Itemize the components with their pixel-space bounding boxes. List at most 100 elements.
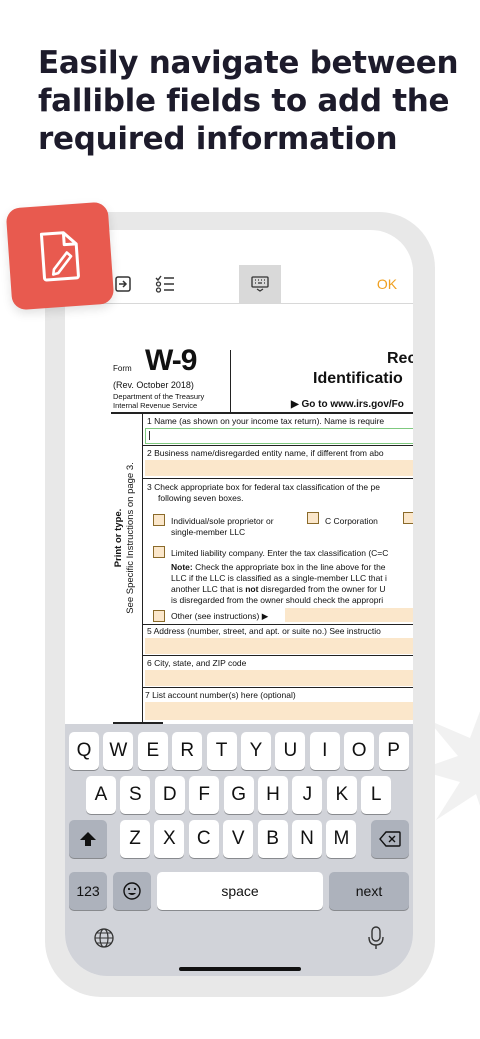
space-key[interactable]: space [157,872,323,910]
on-screen-keyboard: QWERTYUIOP ASDFGHJKL ZXCVBNM 123 space n… [65,724,413,976]
emoji-key[interactable] [113,872,151,910]
key-t[interactable]: T [206,732,237,770]
key-e[interactable]: E [137,732,168,770]
line7-label: 7 List account number(s) here (optional) [145,690,296,700]
key-v[interactable]: V [223,820,254,858]
key-c[interactable]: C [188,820,219,858]
line6-label: 6 City, state, and ZIP code [147,658,247,668]
form-revision: (Rev. October 2018) [113,380,194,390]
phone-screen: OK Form W-9 (Rev. October 2018) Departme… [65,230,413,976]
key-l[interactable]: L [361,776,392,814]
key-g[interactable]: G [223,776,254,814]
key-j[interactable]: J [292,776,323,814]
checklist-icon [155,275,174,293]
address-field[interactable] [145,638,413,654]
key-h[interactable]: H [258,776,288,814]
key-a[interactable]: A [86,776,116,814]
key-d[interactable]: D [154,776,185,814]
ok-button[interactable]: OK [369,265,405,303]
backspace-key[interactable] [371,820,409,858]
key-i[interactable]: I [309,732,340,770]
checklist-button[interactable] [151,265,179,303]
llc-checkbox[interactable] [153,546,165,558]
headline-line-2: fallible fields to add the [38,83,450,119]
line5-rule [143,655,413,656]
key-n[interactable]: N [292,820,322,858]
side-label: Print or type. See Specific Instructions… [109,416,143,666]
key-w[interactable]: W [103,732,134,770]
line3-rule [143,624,413,625]
text-cursor [149,431,150,440]
form-title: Rec [387,350,413,367]
note-line-1: Note: Check the appropriate box in the l… [171,562,386,572]
form-agency: Internal Revenue Service [113,401,198,410]
key-r[interactable]: R [172,732,203,770]
editor-toolbar: OK [65,265,413,304]
note-line-3: another LLC that is not disregarded from… [171,584,386,594]
key-z[interactable]: Z [120,820,150,858]
headline-line-1: Easily navigate between [38,45,459,81]
shift-key[interactable] [69,820,107,858]
home-indicator [179,967,301,971]
line1-label: 1 Name (as shown on your income tax retu… [147,416,385,426]
headline: Easily navigate between fallible fields … [38,44,459,158]
s-corporation-checkbox[interactable] [403,512,413,524]
note-line-4: is disregarded from the owner should che… [171,595,384,605]
individual-label: Individual/sole proprietor or [171,516,274,526]
dictation-button[interactable] [367,925,385,951]
key-u[interactable]: U [275,732,306,770]
key-p[interactable]: P [378,732,409,770]
line2-rule [143,478,413,479]
name-field[interactable] [145,428,413,444]
city-state-zip-field[interactable] [145,670,413,686]
keyboard-icon [251,276,269,292]
numbers-key[interactable]: 123 [69,872,107,910]
exit-button[interactable] [109,265,137,303]
form-goto-link: ▶ Go to www.irs.gov/Fo [291,399,404,410]
business-name-field[interactable] [145,460,413,476]
key-m[interactable]: M [326,820,357,858]
key-f[interactable]: F [189,776,220,814]
c-corporation-checkbox[interactable] [307,512,319,524]
line5-label: 5 Address (number, street, and apt. or s… [147,626,381,636]
key-s[interactable]: S [120,776,151,814]
next-key[interactable]: next [329,872,409,910]
side-label-instructions: See Specific Instructions on page 3. [125,462,136,614]
emoji-icon [123,882,141,900]
account-numbers-field[interactable] [145,702,413,720]
line2-label: 2 Business name/disregarded entity name,… [147,448,384,458]
form-number: W-9 [145,344,197,377]
key-x[interactable]: X [154,820,185,858]
individual-checkbox[interactable] [153,514,165,526]
line3-label: 3 Check appropriate box for federal tax … [147,482,380,492]
key-o[interactable]: O [344,732,375,770]
line6-rule [143,687,413,688]
keyboard-toggle-button[interactable] [239,265,281,303]
form-subtitle: Identificatio [313,370,403,387]
note-text-3b: not [245,584,259,594]
key-b[interactable]: B [257,820,288,858]
key-q[interactable]: Q [69,732,99,770]
key-k[interactable]: K [326,776,357,814]
header-rule [111,412,413,414]
note-label: Note: [171,562,193,572]
microphone-icon [368,926,384,949]
w9-form-document: Form W-9 (Rev. October 2018) Department … [65,304,413,724]
header-divider [230,350,231,412]
note-text-3c: disregarded from the owner for U [258,584,386,594]
other-label: Other (see instructions) ▶ [171,611,269,621]
other-checkbox[interactable] [153,610,165,622]
line1-rule [143,445,413,446]
document-edit-icon [39,231,80,282]
llc-label: Limited liability company. Enter the tax… [171,548,389,558]
exit-icon [115,276,131,292]
other-field[interactable] [285,608,413,622]
globe-button[interactable] [93,927,115,949]
left-column-rule [142,414,143,724]
note-line-2: LLC if the LLC is classified as a single… [171,573,387,583]
backspace-icon [379,831,401,847]
side-label-print: Print or type. [113,508,124,568]
form-word: Form [113,364,132,373]
key-y[interactable]: Y [241,732,271,770]
headline-line-3: required information [38,121,398,157]
